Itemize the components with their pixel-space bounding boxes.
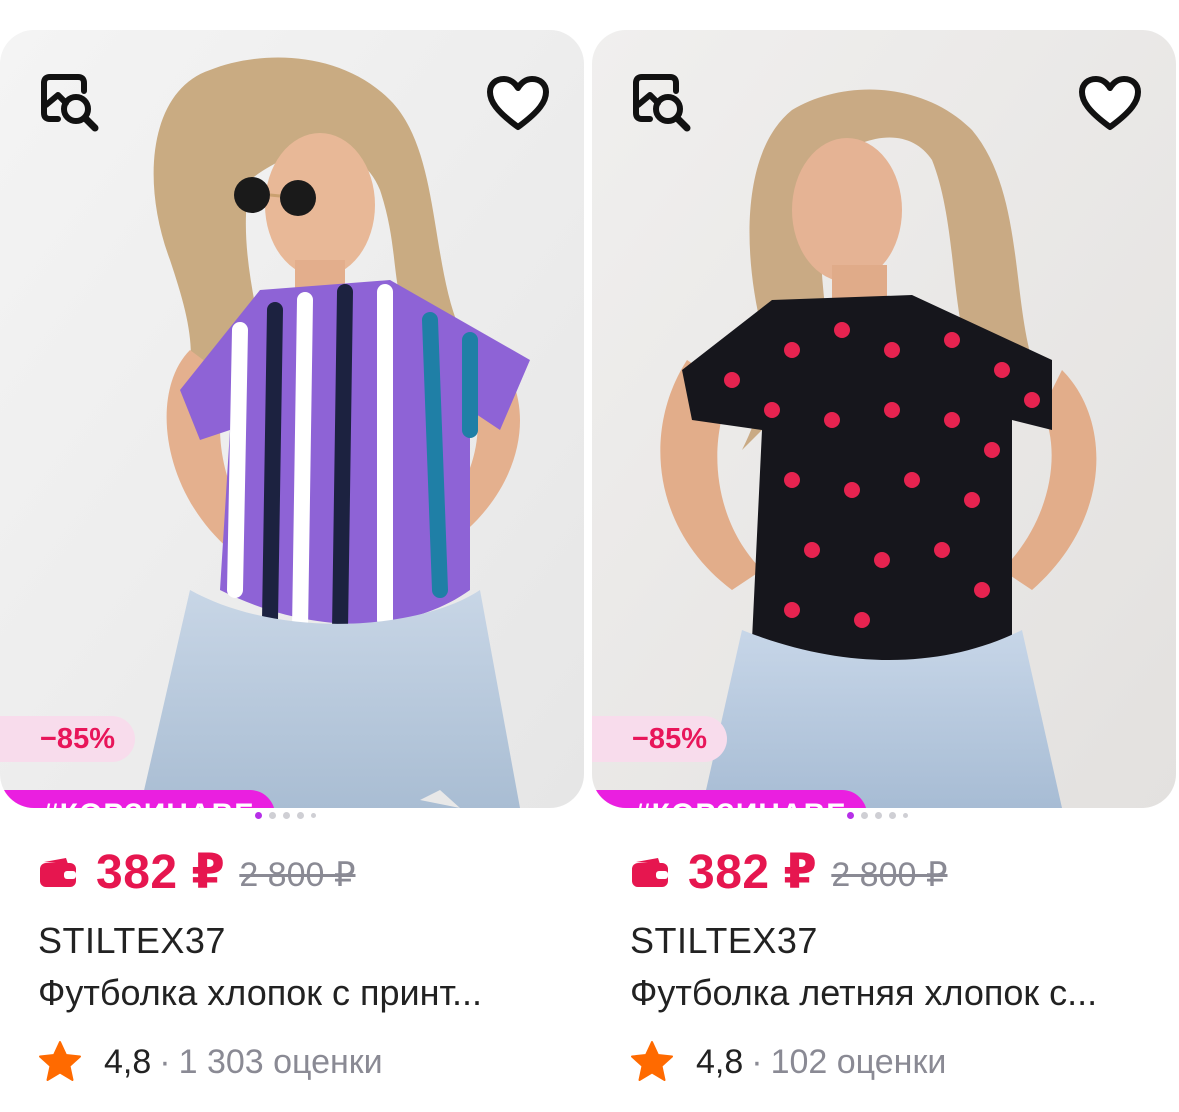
product-card[interactable]: −85% #КОРЗИНАВБ 382 ₽ 2 800 ₽ STILTEX37 …: [0, 0, 584, 1112]
favorite-button[interactable]: [480, 66, 556, 142]
carousel-dot: [875, 812, 882, 819]
product-title[interactable]: Футболка летняя хлопок с...: [630, 972, 1097, 1014]
discount-badge: −85%: [592, 716, 727, 762]
carousel-indicator: [255, 812, 316, 819]
rating-row: 4,8 · 1 303 оценки: [38, 1034, 383, 1090]
product-image: [0, 30, 584, 808]
product-image: [592, 30, 1176, 808]
carousel-dot: [889, 812, 896, 819]
discount-badge: −85%: [0, 716, 135, 762]
carousel-dot: [861, 812, 868, 819]
wallet-icon: [40, 858, 76, 887]
rating-value: 4,8: [696, 1042, 744, 1081]
current-price: 382 ₽: [688, 846, 818, 899]
carousel-dot-active: [255, 812, 262, 819]
wallet-icon: [632, 858, 668, 887]
price-row: 382 ₽ 2 800 ₽: [38, 842, 356, 902]
price-row: 382 ₽ 2 800 ₽: [630, 842, 948, 902]
carousel-dot: [311, 813, 316, 818]
brand-name[interactable]: STILTEX37: [630, 920, 818, 962]
promo-tag[interactable]: #КОРЗИНАВБ: [0, 790, 275, 808]
star-icon: [39, 1041, 81, 1081]
rating-separator: ·: [751, 1042, 763, 1081]
image-search-icon: [41, 74, 99, 132]
carousel-dot-active: [847, 812, 854, 819]
image-search-button[interactable]: [32, 66, 108, 142]
carousel-dot: [269, 812, 276, 819]
carousel-dot: [903, 813, 908, 818]
carousel-dot: [283, 812, 290, 819]
old-price: 2 800 ₽: [831, 856, 948, 894]
rating-value: 4,8: [104, 1042, 152, 1081]
product-grid: −85% #КОРЗИНАВБ 382 ₽ 2 800 ₽ STILTEX37 …: [0, 0, 1179, 1112]
rating-row: 4,8 · 102 оценки: [630, 1034, 946, 1090]
star-icon: [631, 1041, 673, 1081]
carousel-indicator: [847, 812, 908, 819]
brand-name[interactable]: STILTEX37: [38, 920, 226, 962]
product-card[interactable]: −85% #КОРЗИНАВБ 382 ₽ 2 800 ₽ STILTEX37 …: [592, 0, 1176, 1112]
favorite-button[interactable]: [1072, 66, 1148, 142]
product-photo[interactable]: −85% #КОРЗИНАВБ: [0, 30, 584, 808]
old-price: 2 800 ₽: [239, 856, 356, 894]
rating-separator: ·: [159, 1042, 171, 1081]
heart-outline-icon: [1079, 76, 1141, 130]
reviews-count[interactable]: 1 303 оценки: [179, 1043, 383, 1082]
product-photo[interactable]: −85% #КОРЗИНАВБ: [592, 30, 1176, 808]
carousel-dot: [297, 812, 304, 819]
reviews-count[interactable]: 102 оценки: [771, 1043, 947, 1082]
current-price: 382 ₽: [96, 846, 226, 899]
heart-outline-icon: [487, 76, 549, 130]
product-title[interactable]: Футболка хлопок с принт...: [38, 972, 482, 1014]
promo-tag[interactable]: #КОРЗИНАВБ: [592, 790, 867, 808]
image-search-icon: [633, 74, 691, 132]
image-search-button[interactable]: [624, 66, 700, 142]
